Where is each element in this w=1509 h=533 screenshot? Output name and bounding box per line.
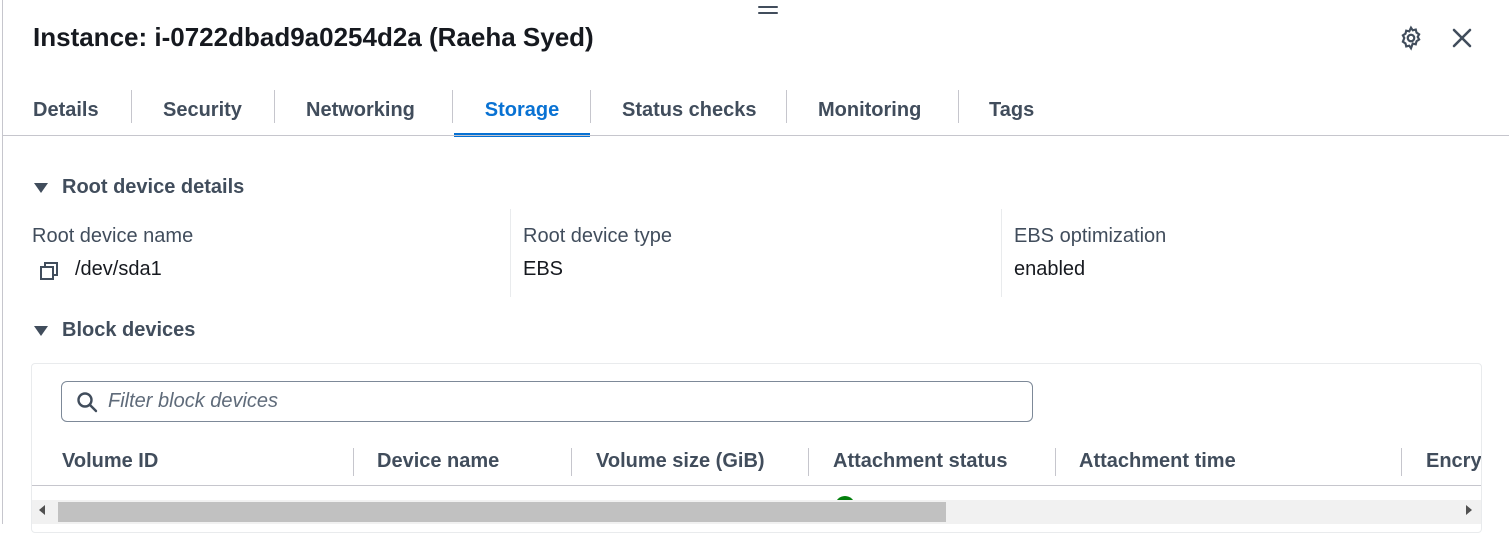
root-device-type-label: Root device type <box>523 225 672 247</box>
section-heading: Root device details <box>62 176 245 198</box>
table-header-border <box>32 485 1481 486</box>
resize-handle[interactable] <box>758 6 778 18</box>
tab-tags[interactable]: Tags <box>989 84 1034 136</box>
tab-divider <box>590 90 591 123</box>
page-title: Instance: i-0722dbad9a0254d2a (Raeha Sye… <box>33 22 594 52</box>
tab-divider <box>131 90 132 123</box>
copy-icon[interactable] <box>39 261 61 281</box>
ebs-optimization-value: enabled <box>1014 258 1086 280</box>
tab-security[interactable]: Security <box>163 84 242 136</box>
root-device-details-toggle[interactable]: Root device details <box>34 176 244 199</box>
column-divider <box>1001 209 1002 297</box>
column-resizer[interactable] <box>353 448 354 476</box>
tab-bar-border <box>2 135 1509 136</box>
root-device-name-label: Root device name <box>32 225 194 247</box>
column-header-encryption[interactable]: Encry <box>1426 450 1481 473</box>
column-header-device-name[interactable]: Device name <box>377 450 499 473</box>
filter-block-devices[interactable] <box>61 381 1033 422</box>
column-resizer[interactable] <box>808 448 809 476</box>
column-resizer[interactable] <box>1055 448 1056 476</box>
column-header-volume-size[interactable]: Volume size (GiB) <box>596 450 765 473</box>
scroll-left-arrow-icon[interactable] <box>39 505 45 515</box>
column-header-volume-id[interactable]: Volume ID <box>62 450 158 473</box>
caret-down-icon <box>34 325 48 336</box>
tab-status-checks[interactable]: Status checks <box>622 84 757 136</box>
tab-storage[interactable]: Storage <box>454 84 590 137</box>
column-header-attachment-time[interactable]: Attachment time <box>1079 450 1236 473</box>
tab-networking[interactable]: Networking <box>306 84 415 136</box>
block-devices-toggle[interactable]: Block devices <box>34 319 195 342</box>
tab-details[interactable]: Details <box>33 84 99 136</box>
tab-monitoring[interactable]: Monitoring <box>818 84 921 136</box>
column-header-attachment-status[interactable]: Attachment status <box>833 450 1007 473</box>
root-device-name-value: /dev/sda1 <box>75 258 162 280</box>
close-icon[interactable] <box>1448 24 1476 52</box>
scrollbar-thumb[interactable] <box>58 502 946 522</box>
caret-down-icon <box>34 182 48 193</box>
tab-divider <box>452 90 453 123</box>
tab-divider <box>274 90 275 123</box>
column-resizer[interactable] <box>571 448 572 476</box>
section-heading: Block devices <box>62 319 196 341</box>
column-resizer[interactable] <box>1401 448 1402 476</box>
ebs-optimization-label: EBS optimization <box>1014 225 1167 247</box>
gear-icon[interactable] <box>1397 24 1425 52</box>
root-device-type-value: EBS <box>523 258 564 280</box>
tab-divider <box>958 90 959 123</box>
scroll-right-arrow-icon[interactable] <box>1466 505 1472 515</box>
filter-input[interactable] <box>106 389 1010 414</box>
tab-bar: Details Security Networking Storage Stat… <box>2 84 1509 137</box>
tab-divider <box>786 90 787 123</box>
search-icon <box>76 391 98 413</box>
column-divider <box>510 209 511 297</box>
